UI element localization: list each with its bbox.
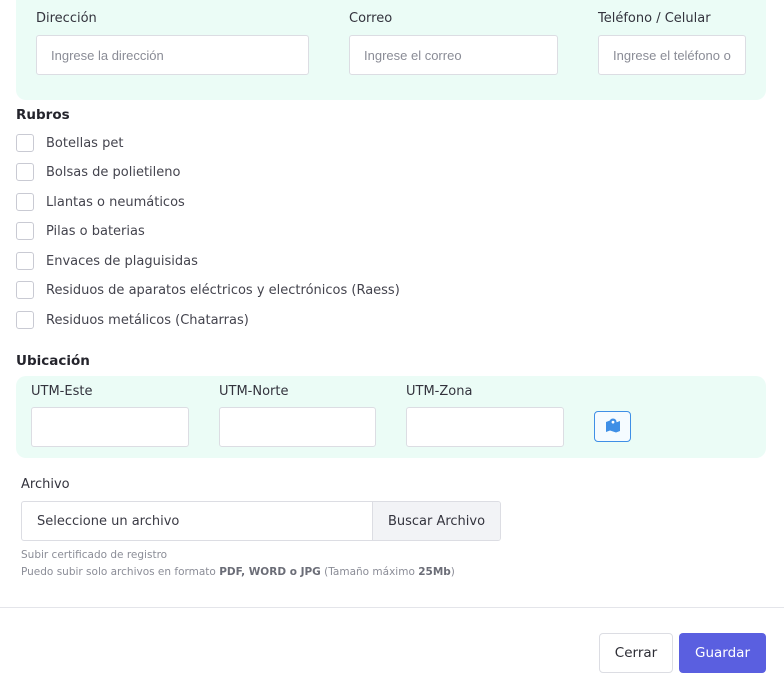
browse-file-button[interactable]: Buscar Archivo — [372, 502, 500, 540]
checkbox[interactable] — [16, 281, 34, 299]
close-button[interactable]: Cerrar — [599, 633, 673, 673]
rubro-label: Botellas pet — [46, 135, 124, 151]
save-button[interactable]: Guardar — [679, 633, 766, 673]
rubro-label: Residuos metálicos (Chatarras) — [46, 312, 249, 328]
archivo-label: Archivo — [21, 477, 70, 492]
file-input[interactable]: Seleccione un archivo — [22, 502, 372, 540]
rubro-label: Llantas o neumáticos — [46, 194, 185, 210]
telefono-label: Teléfono / Celular — [598, 11, 711, 26]
map-marker-icon — [605, 417, 621, 437]
utm-norte-label: UTM-Norte — [219, 384, 289, 399]
ubicacion-title: Ubicación — [16, 353, 90, 369]
direccion-input[interactable]: Ingrese la dirección — [36, 35, 309, 75]
help-suffix: ) — [450, 566, 455, 578]
map-button[interactable] — [594, 411, 631, 442]
utm-norte-input[interactable] — [219, 407, 376, 447]
checkbox[interactable] — [16, 222, 34, 240]
checkbox[interactable] — [16, 311, 34, 329]
rubro-item[interactable]: Pilas o baterias — [16, 222, 145, 240]
utm-zona-label: UTM-Zona — [406, 384, 473, 399]
rubro-label: Bolsas de polietileno — [46, 164, 181, 180]
rubros-title: Rubros — [16, 107, 70, 123]
utm-este-label: UTM-Este — [31, 384, 93, 399]
rubro-label: Pilas o baterias — [46, 223, 145, 239]
rubro-item[interactable]: Bolsas de polietileno — [16, 163, 180, 181]
rubro-item[interactable]: Residuos de aparatos eléctricos y electr… — [16, 281, 400, 299]
rubro-label: Envaces de plaguisidas — [46, 253, 198, 269]
rubro-label: Residuos de aparatos eléctricos y electr… — [46, 282, 400, 298]
checkbox[interactable] — [16, 252, 34, 270]
file-upload[interactable]: Seleccione un archivo Buscar Archivo — [21, 501, 501, 541]
checkbox[interactable] — [16, 163, 34, 181]
direccion-label: Dirección — [36, 11, 97, 26]
checkbox[interactable] — [16, 134, 34, 152]
rubro-item[interactable]: Envaces de plaguisidas — [16, 252, 198, 270]
footer-divider — [0, 607, 784, 608]
help-formats: PDF, WORD o JPG — [219, 566, 321, 578]
utm-este-input[interactable] — [31, 407, 189, 447]
rubro-item[interactable]: Botellas pet — [16, 134, 123, 152]
checkbox[interactable] — [16, 193, 34, 211]
help-prefix: Puedo subir solo archivos en formato — [21, 566, 220, 578]
rubro-item[interactable]: Residuos metálicos (Chatarras) — [16, 311, 249, 329]
correo-input[interactable]: Ingrese el correo — [349, 35, 558, 75]
help-mid: (Tamaño máximo — [320, 566, 419, 578]
telefono-input[interactable]: Ingrese el teléfono o — [598, 35, 746, 75]
help-text-certificate: Subir certificado de registro — [21, 549, 168, 561]
utm-zona-input[interactable] — [406, 407, 564, 447]
correo-label: Correo — [349, 11, 393, 26]
help-size: 25Mb — [418, 566, 451, 578]
rubro-item[interactable]: Llantas o neumáticos — [16, 193, 185, 211]
help-text-formats: Puedo subir solo archivos en formato PDF… — [21, 566, 455, 578]
